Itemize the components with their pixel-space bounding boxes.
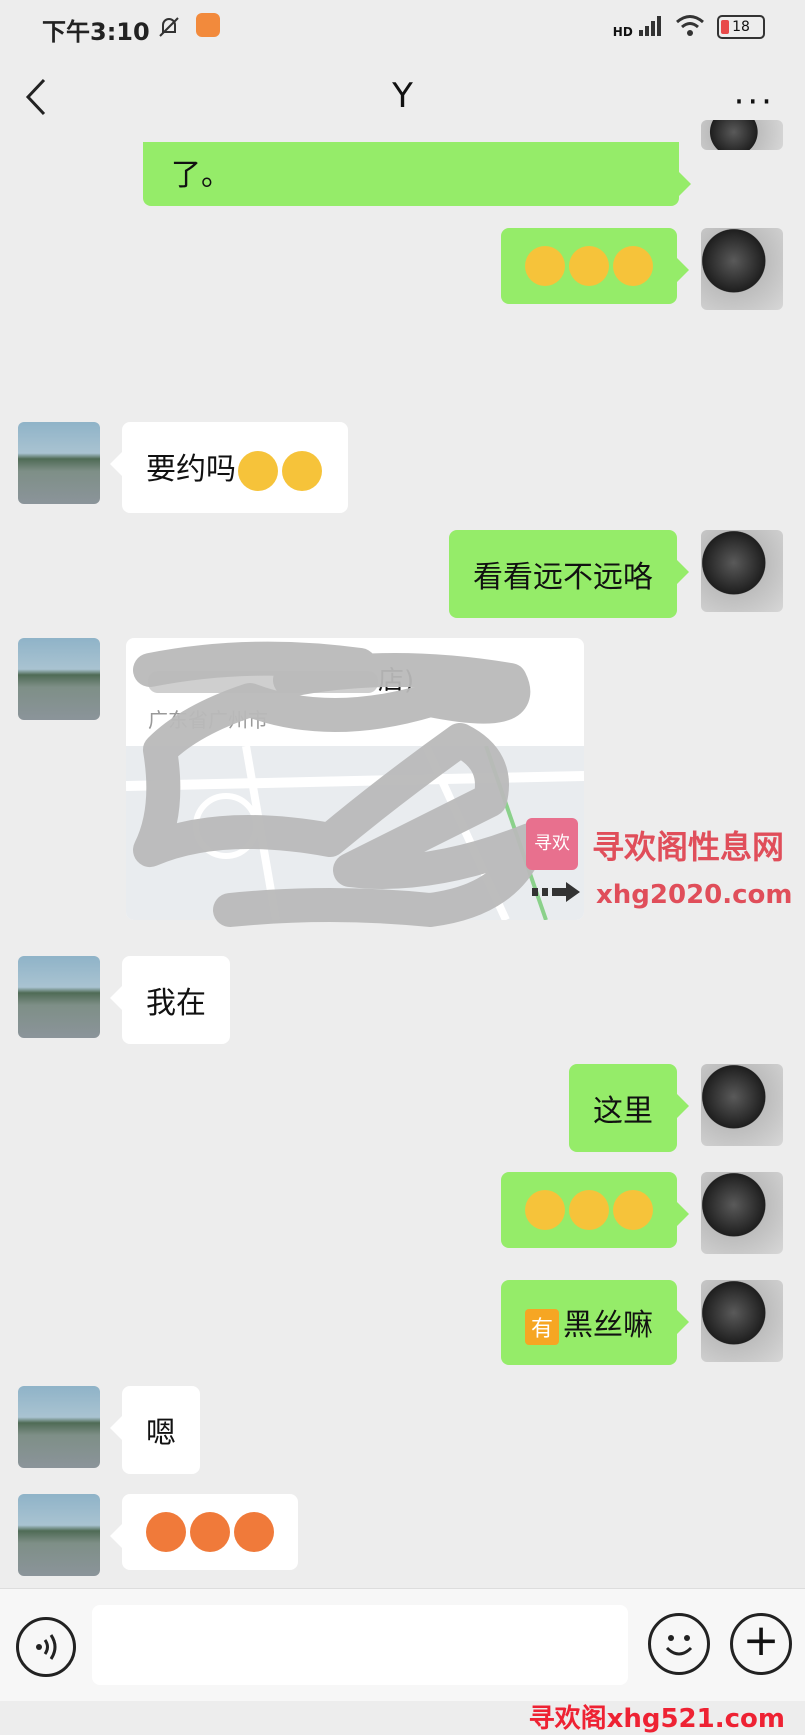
crying-emoji-icon (569, 246, 609, 286)
avatar-contact[interactable] (18, 1386, 100, 1468)
avatar-contact[interactable] (18, 1494, 100, 1576)
message-input[interactable] (92, 1605, 628, 1685)
avatar-self[interactable] (701, 1172, 783, 1254)
message-text: 这里 (593, 1094, 653, 1129)
add-more-icon[interactable]: + (730, 1613, 792, 1675)
chat-header: Y ··· (0, 56, 805, 142)
bottom-watermark: 寻欢阁xhg521.com (528, 1704, 785, 1734)
status-bar: 下午3:10 HD 18 (0, 0, 805, 56)
watermark-text: 寻欢阁性息网 (592, 828, 785, 866)
message-text: 嗯 (146, 1416, 176, 1451)
angry-emoji-icon (190, 1512, 230, 1552)
angry-emoji-icon (234, 1512, 274, 1552)
app-notification-icon (196, 13, 220, 37)
message-bubble-self[interactable]: 看看远不远咯 (449, 530, 689, 618)
mute-icon (156, 14, 182, 44)
wifi-icon (675, 14, 705, 40)
crying-emoji-icon (613, 246, 653, 286)
chat-title: Y (392, 76, 413, 116)
more-options-icon[interactable]: ··· (734, 82, 775, 122)
avatar-contact[interactable] (18, 422, 100, 504)
avatar-contact[interactable] (18, 956, 100, 1038)
battery-level: 18 (732, 19, 750, 35)
voice-input-icon[interactable] (16, 1617, 76, 1677)
emoji-picker-icon[interactable] (648, 1613, 710, 1675)
message-text: 看看远不远咯 (473, 560, 653, 595)
confused-emoji-icon (238, 450, 278, 491)
crying-emoji-icon (569, 1190, 609, 1230)
watermark-url: xhg2020.com (596, 880, 793, 910)
message-bubble-self[interactable]: 了。 (143, 142, 691, 206)
angry-emoji-icon (146, 1512, 186, 1552)
redaction-scribble (130, 640, 590, 930)
crying-emoji-icon (525, 1190, 565, 1230)
avatar-self[interactable] (701, 1064, 783, 1146)
crying-emoji-icon (525, 246, 565, 286)
avatar-contact[interactable] (18, 638, 100, 720)
watermark-logo: 寻欢 (526, 818, 578, 870)
message-bubble-contact[interactable]: 要约吗 (110, 422, 348, 513)
you-emoji-icon: 有 (524, 1308, 559, 1345)
message-bubble-contact[interactable] (110, 1494, 298, 1570)
avatar-self[interactable] (701, 1280, 783, 1362)
confused-emoji-icon (282, 450, 322, 491)
signal-icon: HD (613, 15, 663, 39)
message-bubble-self[interactable] (501, 228, 689, 304)
input-bar: + (0, 1588, 805, 1701)
arrow-icon (532, 882, 582, 906)
message-bubble-contact[interactable]: 我在 (110, 956, 230, 1044)
message-text: 我在 (146, 986, 206, 1021)
message-text: 了。 (171, 158, 231, 193)
message-text: 要约吗 (146, 452, 236, 487)
crying-emoji-icon (613, 1190, 653, 1230)
battery-icon: 18 (717, 15, 765, 39)
avatar-self[interactable] (701, 120, 783, 150)
message-bubble-self[interactable]: 这里 (569, 1064, 689, 1152)
message-bubble-self[interactable] (501, 1172, 689, 1248)
avatar-self[interactable] (701, 530, 783, 612)
avatar-self[interactable] (701, 228, 783, 310)
message-bubble-contact[interactable]: 嗯 (110, 1386, 200, 1474)
message-text: 黑丝嘛 (563, 1308, 653, 1343)
message-bubble-self[interactable]: 有黑丝嘛 (500, 1280, 690, 1365)
status-time: 下午3:10 (42, 18, 150, 46)
